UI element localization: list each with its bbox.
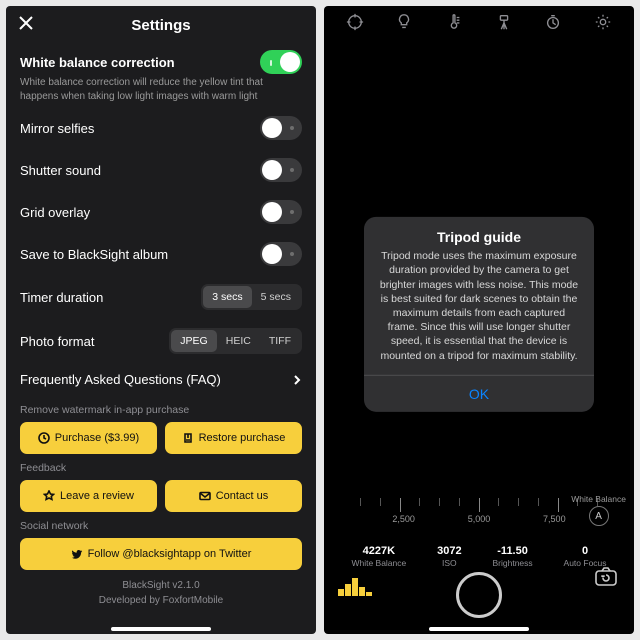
ruler-label-1: 5,000 — [468, 514, 491, 524]
timer-icon[interactable] — [544, 13, 562, 36]
modal-body: Tripod mode uses the maximum exposure du… — [364, 249, 594, 374]
home-indicator[interactable] — [111, 627, 211, 631]
twitter-icon — [71, 548, 83, 560]
tripod-modal: Tripod guide Tripod mode uses the maximu… — [364, 217, 594, 411]
shutter-toggle[interactable] — [260, 158, 302, 182]
row-mirror: Mirror selfies — [20, 107, 302, 149]
timer-opt-0[interactable]: 3 secs — [203, 286, 251, 308]
stat-iso-k: ISO — [437, 558, 461, 568]
contact-label: Contact us — [216, 490, 269, 502]
wb-auto-badge: A — [589, 506, 609, 526]
timer-label: Timer duration — [20, 290, 103, 305]
stat-bright-v: -11.50 — [492, 545, 532, 557]
restore-icon — [182, 432, 194, 444]
grid-toggle[interactable] — [260, 200, 302, 224]
faq-label: Frequently Asked Questions (FAQ) — [20, 372, 221, 387]
settings-header: Settings — [6, 6, 316, 44]
histogram-icon[interactable] — [338, 574, 372, 596]
stat-bright-k: Brightness — [492, 558, 532, 568]
row-format: Photo format JPEG HEIC TIFF — [20, 319, 302, 363]
mail-icon — [199, 490, 211, 502]
cart-icon — [38, 432, 50, 444]
temperature-icon[interactable] — [445, 13, 463, 36]
settings-title: Settings — [34, 17, 288, 34]
stat-af-v: 0 — [564, 545, 607, 557]
wb-side-label: White Balance — [571, 494, 626, 504]
follow-button[interactable]: Follow @blacksightapp on Twitter — [20, 538, 302, 570]
stat-wb-v: 4227K — [351, 545, 406, 557]
tripod-icon[interactable] — [495, 13, 513, 36]
contact-button[interactable]: Contact us — [165, 480, 302, 512]
timer-opt-1[interactable]: 5 secs — [252, 286, 300, 308]
camera-bottom-bar — [324, 570, 634, 620]
wb-desc: White balance correction will reduce the… — [20, 76, 302, 103]
purchase-button[interactable]: Purchase ($3.99) — [20, 422, 157, 454]
social-header: Social network — [20, 520, 302, 532]
restore-label: Restore purchase — [199, 432, 286, 444]
settings-screen: Settings White balance correction White … — [6, 6, 316, 634]
review-label: Leave a review — [60, 490, 134, 502]
camera-stats: 4227KWhite Balance 3072ISO -11.50Brightn… — [324, 545, 634, 568]
stat-iso-v: 3072 — [437, 545, 461, 557]
format-opt-1[interactable]: HEIC — [217, 330, 260, 352]
save-toggle[interactable] — [260, 242, 302, 266]
follow-label: Follow @blacksightapp on Twitter — [88, 548, 252, 560]
row-save: Save to BlackSight album — [20, 233, 302, 275]
wb-toggle[interactable] — [260, 50, 302, 74]
row-shutter: Shutter sound — [20, 149, 302, 191]
timer-segmented[interactable]: 3 secs 5 secs — [201, 284, 302, 310]
modal-title: Tripod guide — [364, 217, 594, 249]
shutter-label: Shutter sound — [20, 163, 101, 178]
bulb-icon[interactable] — [395, 13, 413, 36]
wb-label: White balance correction — [20, 55, 175, 70]
restore-button[interactable]: Restore purchase — [165, 422, 302, 454]
switch-camera-button[interactable] — [592, 563, 620, 596]
shutter-button[interactable] — [456, 572, 502, 618]
version-text: BlackSight v2.1.0 — [20, 578, 302, 593]
row-grid: Grid overlay — [20, 191, 302, 233]
close-icon[interactable] — [18, 15, 34, 36]
review-button[interactable]: Leave a review — [20, 480, 157, 512]
grid-label: Grid overlay — [20, 205, 90, 220]
format-opt-2[interactable]: TIFF — [260, 330, 300, 352]
row-white-balance: White balance correction — [20, 44, 302, 80]
row-timer: Timer duration 3 secs 5 secs — [20, 275, 302, 319]
purchase-label: Purchase ($3.99) — [55, 432, 139, 444]
format-segmented[interactable]: JPEG HEIC TIFF — [169, 328, 302, 354]
wb-side[interactable]: White Balance A — [571, 494, 626, 526]
save-label: Save to BlackSight album — [20, 247, 168, 262]
stat-wb-k: White Balance — [351, 558, 406, 568]
home-indicator[interactable] — [429, 627, 529, 631]
camera-screen: Tripod guide Tripod mode uses the maximu… — [324, 6, 634, 634]
mirror-label: Mirror selfies — [20, 121, 94, 136]
focus-icon[interactable] — [346, 13, 364, 36]
ruler-label-0: 2,500 — [392, 514, 415, 524]
mirror-toggle[interactable] — [260, 116, 302, 140]
camera-topbar — [324, 6, 634, 42]
feedback-header: Feedback — [20, 462, 302, 474]
dev-text: Developed by FoxfortMobile — [20, 593, 302, 608]
chevron-right-icon — [292, 375, 302, 385]
star-icon — [43, 490, 55, 502]
format-opt-0[interactable]: JPEG — [171, 330, 216, 352]
ruler-label-2: 7,500 — [543, 514, 566, 524]
modal-ok-button[interactable]: OK — [364, 376, 594, 412]
camera-viewport: Tripod guide Tripod mode uses the maximu… — [324, 42, 634, 634]
format-label: Photo format — [20, 334, 94, 349]
row-faq[interactable]: Frequently Asked Questions (FAQ) — [20, 363, 302, 396]
settings-icon[interactable] — [594, 13, 612, 36]
iap-header: Remove watermark in-app purchase — [20, 404, 302, 416]
